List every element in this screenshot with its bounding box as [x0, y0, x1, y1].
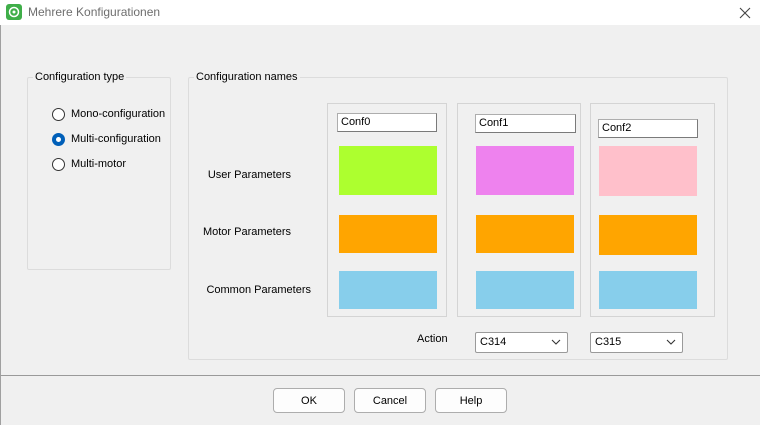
- radio-mono-configuration[interactable]: Mono-configuration: [52, 107, 165, 121]
- config-1-common-color[interactable]: [476, 271, 574, 309]
- config-name-field-0[interactable]: Conf0: [337, 113, 437, 132]
- title-bar: Mehrere Konfigurationen: [0, 0, 760, 25]
- radio-multi-configuration[interactable]: Multi-configuration: [52, 132, 161, 146]
- action-label: Action: [417, 333, 448, 345]
- config-2-common-color[interactable]: [599, 271, 697, 309]
- configuration-names-legend: Configuration names: [196, 71, 298, 83]
- radio-multi-motor[interactable]: Multi-motor: [52, 157, 126, 171]
- cancel-button[interactable]: Cancel: [354, 388, 426, 413]
- window-title: Mehrere Konfigurationen: [28, 5, 161, 19]
- row-label-common-parameters: Common Parameters: [206, 284, 311, 296]
- radio-multi-config-dot[interactable]: [52, 132, 65, 146]
- config-1-motor-color[interactable]: [476, 215, 574, 253]
- close-icon: [739, 7, 751, 18]
- app-logo-icon: [6, 4, 22, 20]
- dialog-footer: OK Cancel Help: [0, 375, 760, 425]
- config-2-motor-color[interactable]: [599, 215, 697, 255]
- config-0-user-color[interactable]: [339, 146, 437, 195]
- radio-mono-dot[interactable]: [52, 107, 65, 121]
- radio-mono-label: Mono-configuration: [71, 108, 166, 120]
- config-2-user-color[interactable]: [599, 146, 697, 196]
- radio-multi-motor-label: Multi-motor: [71, 158, 127, 170]
- config-1-user-color[interactable]: [476, 146, 574, 195]
- chevron-down-icon: [551, 339, 561, 345]
- radio-multi-motor-dot[interactable]: [52, 157, 65, 171]
- action-select-1-value: C315: [595, 336, 622, 348]
- config-name-field-1[interactable]: Conf1: [475, 114, 576, 133]
- action-select-1[interactable]: C315: [590, 332, 683, 353]
- help-button[interactable]: Help: [435, 388, 507, 413]
- row-label-user-parameters: User Parameters: [207, 169, 291, 181]
- dialog-body: Configuration type Mono-configuration Mu…: [0, 25, 760, 375]
- config-name-field-2[interactable]: Conf2: [598, 119, 698, 138]
- row-label-motor-parameters: Motor Parameters: [202, 226, 291, 238]
- configuration-type-legend: Configuration type: [35, 71, 125, 83]
- action-select-0[interactable]: C314: [475, 332, 568, 353]
- ok-button[interactable]: OK: [273, 388, 345, 413]
- close-button[interactable]: [730, 0, 760, 25]
- radio-multi-config-label: Multi-configuration: [71, 133, 161, 145]
- config-0-common-color[interactable]: [339, 271, 437, 309]
- action-select-0-value: C314: [480, 336, 507, 348]
- config-0-motor-color[interactable]: [339, 215, 437, 253]
- chevron-down-icon: [666, 339, 676, 345]
